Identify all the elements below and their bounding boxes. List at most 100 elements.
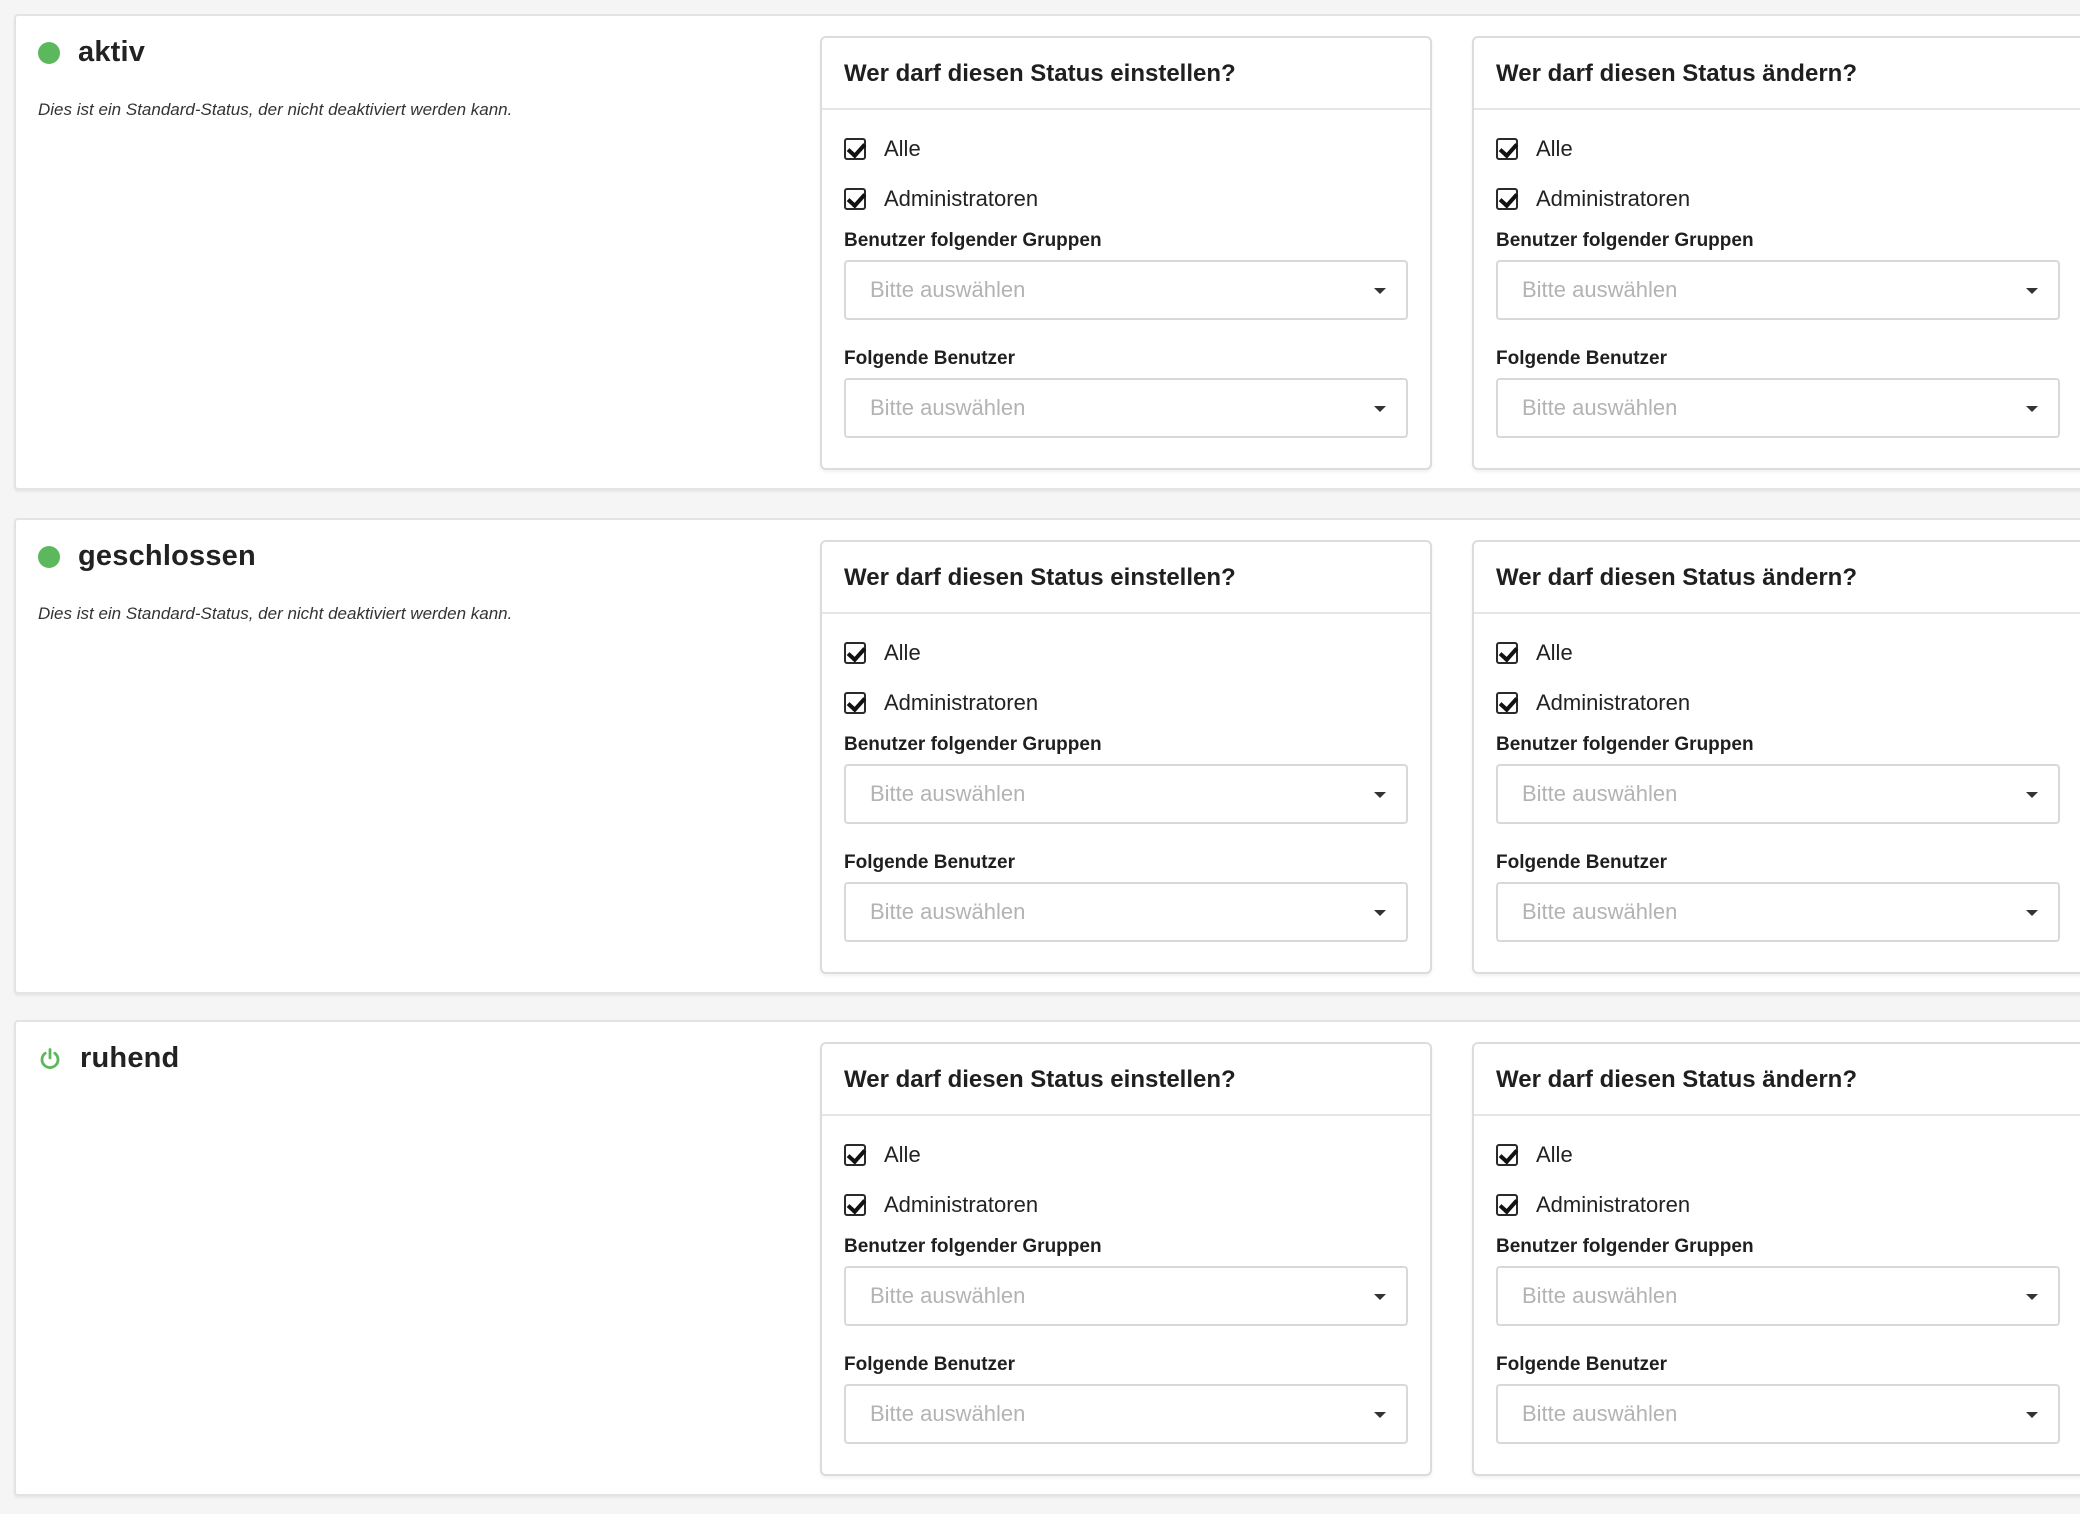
checkbox-alle[interactable] <box>1496 642 1518 664</box>
caret-down-icon <box>1374 1412 1386 1418</box>
groups-select[interactable]: Bitte auswählen <box>1496 764 2060 824</box>
users-select[interactable]: Bitte auswählen <box>844 378 1408 438</box>
status-description: Dies ist ein Standard-Status, der nicht … <box>38 604 513 623</box>
status-name: aktiv <box>78 36 146 68</box>
checkbox-administratoren[interactable] <box>844 692 866 714</box>
checkbox-row-alle[interactable]: Alle <box>844 130 1408 168</box>
groups-label: Benutzer folgender Gruppen <box>844 230 1102 251</box>
groups-label: Benutzer folgender Gruppen <box>844 1236 1102 1257</box>
caret-down-icon <box>1374 910 1386 916</box>
checkbox-label: Alle <box>1536 1142 1573 1167</box>
checkbox-alle[interactable] <box>1496 138 1518 160</box>
checkbox-administratoren[interactable] <box>1496 1194 1518 1216</box>
checkbox-label: Administratoren <box>1536 1192 1691 1217</box>
select-placeholder: Bitte auswählen <box>1522 781 1678 806</box>
change-permission-panel: Wer darf diesen Status ändern? Alle Admi… <box>1472 540 2080 974</box>
caret-down-icon <box>2026 288 2038 294</box>
caret-down-icon <box>2026 910 2038 916</box>
users-select[interactable]: Bitte auswählen <box>1496 378 2060 438</box>
select-placeholder: Bitte auswählen <box>870 277 1026 302</box>
checkbox-row-alle[interactable]: Alle <box>844 634 1408 672</box>
checkbox-row-administratoren[interactable]: Administratoren <box>844 180 1408 218</box>
caret-down-icon <box>2026 792 2038 798</box>
green-dot-icon <box>38 545 60 568</box>
groups-label: Benutzer folgender Gruppen <box>844 734 1102 755</box>
checkbox-row-alle[interactable]: Alle <box>844 1136 1408 1174</box>
checkbox-row-alle[interactable]: Alle <box>1496 634 2080 672</box>
groups-select[interactable]: Bitte auswählen <box>1496 1266 2060 1326</box>
groups-select[interactable]: Bitte auswählen <box>844 260 1408 320</box>
status-section-geschlossen: geschlossen Dies ist ein Standard-Status… <box>14 518 2080 994</box>
select-placeholder: Bitte auswählen <box>870 781 1026 806</box>
users-label: Folgende Benutzer <box>844 348 1016 369</box>
checkbox-label: Alle <box>884 136 921 161</box>
groups-select[interactable]: Bitte auswählen <box>844 1266 1408 1326</box>
groups-label: Benutzer folgender Gruppen <box>1496 1236 1754 1257</box>
checkbox-alle[interactable] <box>844 642 866 664</box>
status-name: ruhend <box>80 1042 180 1074</box>
checkbox-administratoren[interactable] <box>844 1194 866 1216</box>
select-placeholder: Bitte auswählen <box>870 395 1026 420</box>
set-permission-panel: Wer darf diesen Status einstellen? Alle … <box>820 1042 1432 1476</box>
groups-select[interactable]: Bitte auswählen <box>1496 260 2060 320</box>
checkbox-label: Administratoren <box>884 1192 1039 1217</box>
status-header: ruhend <box>38 1042 179 1075</box>
users-select[interactable]: Bitte auswählen <box>844 882 1408 942</box>
checkbox-administratoren[interactable] <box>1496 692 1518 714</box>
checkbox-label: Alle <box>884 1142 921 1167</box>
checkbox-row-administratoren[interactable]: Administratoren <box>1496 180 2080 218</box>
users-label: Folgende Benutzer <box>844 1354 1016 1375</box>
caret-down-icon <box>2026 1412 2038 1418</box>
checkbox-row-alle[interactable]: Alle <box>1496 130 2080 168</box>
panel-title: Wer darf diesen Status einstellen? <box>822 38 1430 110</box>
green-dot-icon <box>38 41 60 64</box>
caret-down-icon <box>1374 406 1386 412</box>
checkbox-row-administratoren[interactable]: Administratoren <box>1496 684 2080 722</box>
caret-down-icon <box>1374 792 1386 798</box>
groups-label: Benutzer folgender Gruppen <box>1496 230 1754 251</box>
select-placeholder: Bitte auswählen <box>870 899 1026 924</box>
change-permission-panel: Wer darf diesen Status ändern? Alle Admi… <box>1472 36 2080 470</box>
groups-select[interactable]: Bitte auswählen <box>844 764 1408 824</box>
caret-down-icon <box>2026 406 2038 412</box>
users-label: Folgende Benutzer <box>1496 852 1668 873</box>
checkbox-alle[interactable] <box>844 1144 866 1166</box>
checkbox-label: Administratoren <box>1536 186 1691 211</box>
status-header: geschlossen <box>38 540 256 573</box>
users-label: Folgende Benutzer <box>1496 348 1668 369</box>
select-placeholder: Bitte auswählen <box>1522 395 1678 420</box>
change-permission-panel: Wer darf diesen Status ändern? Alle Admi… <box>1472 1042 2080 1476</box>
checkbox-row-administratoren[interactable]: Administratoren <box>844 684 1408 722</box>
checkbox-label: Alle <box>884 640 921 665</box>
caret-down-icon <box>2026 1294 2038 1300</box>
checkbox-label: Administratoren <box>884 186 1039 211</box>
checkbox-label: Alle <box>1536 640 1573 665</box>
checkbox-administratoren[interactable] <box>1496 188 1518 210</box>
set-permission-panel: Wer darf diesen Status einstellen? Alle … <box>820 36 1432 470</box>
checkbox-alle[interactable] <box>844 138 866 160</box>
caret-down-icon <box>1374 288 1386 294</box>
panel-title: Wer darf diesen Status ändern? <box>1474 542 2080 614</box>
users-select[interactable]: Bitte auswählen <box>844 1384 1408 1444</box>
checkbox-label: Administratoren <box>1536 690 1691 715</box>
power-icon <box>40 1047 60 1069</box>
select-placeholder: Bitte auswählen <box>870 1283 1026 1308</box>
checkbox-administratoren[interactable] <box>844 188 866 210</box>
checkbox-alle[interactable] <box>1496 1144 1518 1166</box>
checkbox-label: Administratoren <box>884 690 1039 715</box>
status-section-ruhend: ruhend Wer darf diesen Status einstellen… <box>14 1020 2080 1496</box>
users-select[interactable]: Bitte auswählen <box>1496 1384 2060 1444</box>
select-placeholder: Bitte auswählen <box>1522 277 1678 302</box>
select-placeholder: Bitte auswählen <box>1522 1283 1678 1308</box>
checkbox-label: Alle <box>1536 136 1573 161</box>
set-permission-panel: Wer darf diesen Status einstellen? Alle … <box>820 540 1432 974</box>
checkbox-row-alle[interactable]: Alle <box>1496 1136 2080 1174</box>
checkbox-row-administratoren[interactable]: Administratoren <box>1496 1186 2080 1224</box>
status-header: aktiv <box>38 36 145 69</box>
panel-title: Wer darf diesen Status ändern? <box>1474 38 2080 110</box>
users-label: Folgende Benutzer <box>844 852 1016 873</box>
users-select[interactable]: Bitte auswählen <box>1496 882 2060 942</box>
panel-title: Wer darf diesen Status ändern? <box>1474 1044 2080 1116</box>
select-placeholder: Bitte auswählen <box>870 1401 1026 1426</box>
checkbox-row-administratoren[interactable]: Administratoren <box>844 1186 1408 1224</box>
